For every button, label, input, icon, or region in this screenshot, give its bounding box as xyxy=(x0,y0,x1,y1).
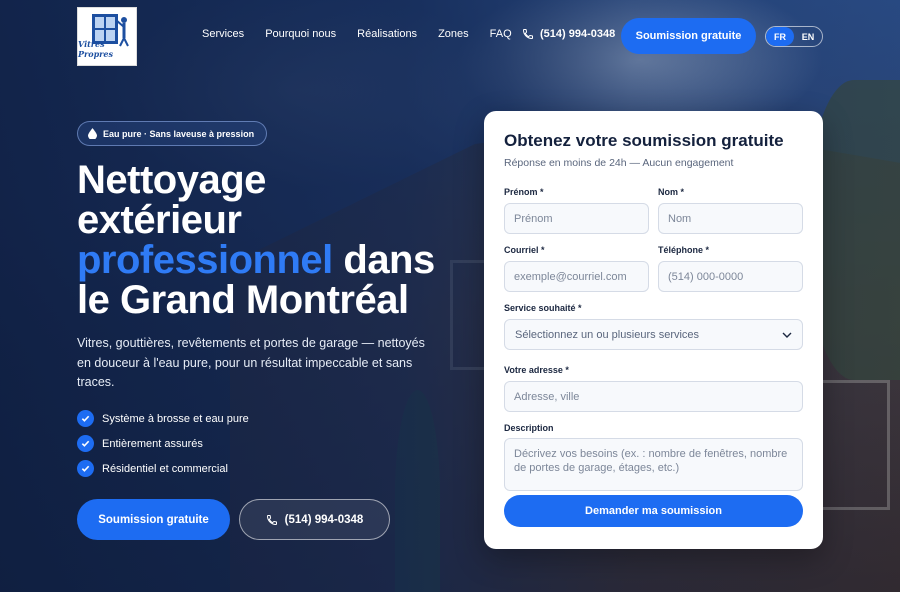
address-label: Votre adresse * xyxy=(504,365,569,375)
first-name-label: Prénom * xyxy=(504,187,544,197)
description-label: Description xyxy=(504,423,554,433)
water-drop-icon xyxy=(88,128,97,139)
lang-en-button[interactable]: EN xyxy=(794,27,822,46)
hero-title-line1: Nettoyage xyxy=(77,158,266,202)
form-subtitle: Réponse en moins de 24h — Aucun engageme… xyxy=(504,157,734,169)
last-name-input[interactable] xyxy=(658,203,803,234)
description-textarea[interactable] xyxy=(504,438,803,491)
checkmark-icon xyxy=(77,410,94,427)
feature-text: Système à brosse et eau pure xyxy=(102,412,249,425)
header-phone-number: (514) 994-0348 xyxy=(540,28,616,40)
feature-item: Résidentiel et commercial xyxy=(77,459,249,478)
hero-badge: Eau pure · Sans laveuse à pression xyxy=(77,121,268,146)
chevron-down-icon xyxy=(782,332,792,338)
first-name-input[interactable] xyxy=(504,203,649,234)
email-label: Courriel * xyxy=(504,245,545,255)
hero-quote-button[interactable]: Soumission gratuite xyxy=(77,499,230,540)
feature-item: Entièrement assurés xyxy=(77,434,249,453)
nav-item-services[interactable]: Services xyxy=(202,28,244,40)
hero-title-line2: extérieur xyxy=(77,198,242,242)
submit-quote-button[interactable]: Demander ma soumission xyxy=(504,495,803,527)
address-input[interactable] xyxy=(504,381,803,412)
feature-text: Résidentiel et commercial xyxy=(102,462,228,475)
language-switcher: FR EN xyxy=(765,26,823,47)
feature-list: Système à brosse et eau pure Entièrement… xyxy=(77,409,249,484)
site-logo[interactable]: Vitres Propres xyxy=(77,7,137,66)
hero-title-after-accent: dans xyxy=(332,238,435,282)
feature-item: Système à brosse et eau pure xyxy=(77,409,249,428)
service-select[interactable]: Sélectionnez un ou plusieurs services xyxy=(504,319,803,350)
service-label: Service souhaité * xyxy=(504,303,582,313)
nav-item-pourquoi-nous[interactable]: Pourquoi nous xyxy=(265,28,336,40)
phone-icon xyxy=(522,29,533,40)
header-quote-button[interactable]: Soumission gratuite xyxy=(621,18,756,54)
feature-text: Entièrement assurés xyxy=(102,437,203,450)
hero-title: Nettoyage extérieur professionnel dans l… xyxy=(77,160,457,320)
phone-label: Téléphone * xyxy=(658,245,710,255)
main-nav: Services Pourquoi nous Réalisations Zone… xyxy=(202,28,533,40)
header-phone-link[interactable]: (514) 994-0348 xyxy=(522,28,615,40)
phone-icon xyxy=(266,514,277,525)
hero-title-line4: le Grand Montréal xyxy=(77,278,409,322)
hero-badge-text: Eau pure · Sans laveuse à pression xyxy=(103,128,255,139)
phone-input[interactable] xyxy=(658,261,803,292)
hero-phone-button[interactable]: (514) 994-0348 xyxy=(239,499,390,540)
quote-form-card: Obtenez votre soumission gratuite Répons… xyxy=(484,111,823,549)
hero-description: Vitres, gouttières, revêtements et porte… xyxy=(77,336,425,389)
last-name-label: Nom * xyxy=(658,187,685,197)
nav-item-faq[interactable]: FAQ xyxy=(490,28,512,40)
form-title: Obtenez votre soumission gratuite xyxy=(504,131,784,150)
checkmark-icon xyxy=(77,435,94,452)
hero-title-accent: professionnel xyxy=(77,238,333,282)
checkmark-icon xyxy=(77,460,94,477)
email-input[interactable] xyxy=(504,261,649,292)
service-select-placeholder: Sélectionnez un ou plusieurs services xyxy=(515,328,700,341)
lang-fr-button[interactable]: FR xyxy=(766,27,794,46)
hero-phone-number: (514) 994-0348 xyxy=(284,513,364,526)
nav-item-zones[interactable]: Zones xyxy=(438,28,469,40)
logo-text: Vitres Propres xyxy=(78,39,113,59)
nav-item-realisations[interactable]: Réalisations xyxy=(357,28,417,40)
